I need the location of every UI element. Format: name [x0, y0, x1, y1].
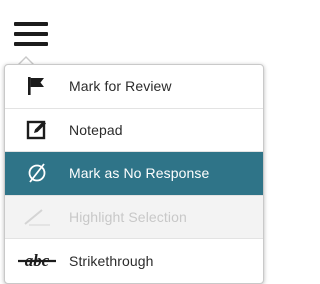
menu-item-label: Notepad: [69, 121, 123, 138]
menu-item-notepad[interactable]: Notepad: [5, 109, 263, 153]
highlighter-icon: [5, 196, 69, 239]
hamburger-menu-icon[interactable]: [14, 22, 48, 48]
menu-item-mark-as-no-response[interactable]: Mark as No Response: [5, 152, 263, 196]
menu-item-label: Strikethrough: [69, 253, 154, 270]
no-response-icon: [5, 152, 69, 195]
menu-item-label: Mark as No Response: [69, 165, 210, 182]
menu-item-mark-for-review[interactable]: Mark for Review: [5, 65, 263, 109]
hamburger-line: [14, 22, 48, 26]
menu-item-label: Mark for Review: [69, 78, 172, 95]
tools-dropdown-menu: Mark for Review Notepad Mark as No Respo…: [4, 64, 264, 284]
strikethrough-icon: abc: [5, 239, 69, 283]
menu-item-label: Highlight Selection: [69, 209, 187, 226]
notepad-icon: [5, 109, 69, 152]
hamburger-line: [14, 32, 48, 36]
flag-icon: [5, 65, 69, 108]
menu-item-highlight-selection: Highlight Selection: [5, 195, 263, 240]
hamburger-line: [14, 42, 48, 46]
menu-item-strikethrough[interactable]: abc Strikethrough: [5, 239, 263, 283]
